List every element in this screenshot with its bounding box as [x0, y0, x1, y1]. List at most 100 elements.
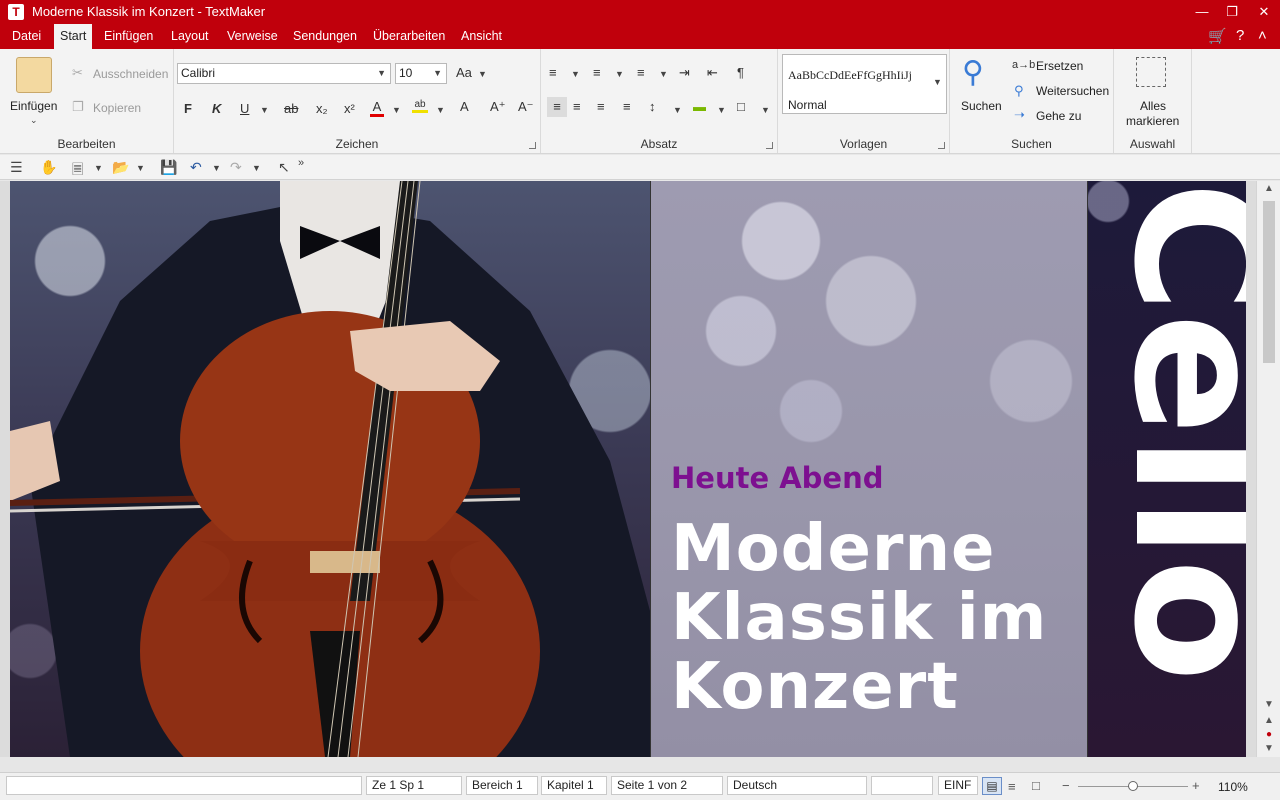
decrease-indent-icon[interactable]: ⇤ [707, 65, 718, 81]
chevron-down-icon[interactable]: ▼ [659, 69, 668, 79]
bullet-list-icon[interactable]: ≡ [549, 65, 557, 80]
dialog-launcher-icon[interactable] [529, 142, 536, 149]
tab-start[interactable]: Start [54, 24, 93, 49]
font-size-combo[interactable]: 10 ▼ [395, 63, 447, 84]
align-right-icon[interactable]: ≡ [597, 99, 605, 114]
menu-icon[interactable]: ☰ [10, 159, 23, 176]
paste-icon[interactable] [16, 57, 52, 93]
search-icon[interactable]: ⚲ [962, 55, 984, 90]
chevron-down-icon[interactable]: ▼ [436, 105, 445, 115]
chevron-down-icon[interactable]: ▼ [94, 163, 103, 173]
chevron-down-icon[interactable]: ▼ [212, 163, 221, 173]
tab-datei[interactable]: Datei [6, 24, 47, 49]
vertical-scrollbar[interactable]: ▲ ▼ ▲ ● ▼ [1256, 181, 1280, 757]
chevron-down-icon[interactable]: ▼ [761, 105, 770, 115]
outline-view-icon[interactable]: ≡ [1008, 779, 1016, 794]
minimize-ribbon-icon[interactable]: ˄ [1258, 27, 1267, 44]
zoom-slider-thumb[interactable] [1128, 781, 1138, 791]
pointer-icon[interactable]: ↖ [278, 159, 290, 176]
borders-icon[interactable]: □ [737, 99, 745, 114]
replace-icon[interactable]: a→b [1012, 59, 1035, 71]
italic-button[interactable]: K [212, 101, 221, 116]
chevron-down-icon[interactable]: ▼ [392, 105, 401, 115]
chevron-down-icon[interactable]: ⌄ [30, 115, 38, 126]
zoom-level[interactable]: 110% [1218, 780, 1248, 794]
chevron-down-icon[interactable]: ▼ [615, 69, 624, 79]
document-area[interactable]: Heute Abend Moderne Klassik im Konzert C… [0, 181, 1256, 757]
increase-indent-icon[interactable]: ⇥ [679, 65, 690, 81]
scroll-down-icon[interactable]: ▼ [1257, 699, 1280, 710]
change-case-icon[interactable]: Aa [456, 65, 472, 80]
chevron-down-icon[interactable]: ▼ [717, 105, 726, 115]
shading-icon[interactable]: ▬ [693, 99, 706, 114]
next-page-icon[interactable]: ▼ [1257, 743, 1280, 754]
chevron-down-icon[interactable]: ▼ [377, 64, 386, 83]
replace-button[interactable]: Ersetzen [1036, 59, 1083, 73]
help-icon[interactable]: ? [1236, 27, 1244, 44]
hand-icon[interactable]: ✋ [40, 159, 57, 176]
chevron-down-icon[interactable]: ▼ [433, 64, 442, 83]
select-all-button-line2[interactable]: markieren [1126, 114, 1179, 128]
chevron-down-icon[interactable]: ▼ [136, 163, 145, 173]
numbered-list-icon[interactable]: ≡ [593, 65, 601, 80]
chevron-down-icon[interactable]: ▼ [571, 69, 580, 79]
undo-icon[interactable]: ↶ [190, 159, 202, 176]
scroll-up-icon[interactable]: ▲ [1257, 183, 1280, 194]
select-all-icon[interactable] [1136, 57, 1166, 87]
cart-icon[interactable]: 🛒 [1208, 27, 1227, 45]
tab-einfuegen[interactable]: Einfügen [98, 24, 159, 49]
tab-layout[interactable]: Layout [165, 24, 215, 49]
goto-button[interactable]: Gehe zu [1036, 109, 1081, 123]
chevron-down-icon[interactable]: ▼ [252, 163, 261, 173]
browse-object-icon[interactable]: ● [1257, 729, 1280, 740]
status-language[interactable]: Deutsch [727, 776, 867, 795]
chevron-down-icon[interactable]: ▼ [260, 105, 269, 115]
close-button[interactable]: ✕ [1246, 0, 1280, 24]
redo-icon[interactable]: ↷ [230, 159, 242, 176]
bold-button[interactable]: F [184, 101, 192, 116]
cut-button[interactable]: Ausschneiden [93, 67, 168, 81]
font-name-combo[interactable]: Calibri ▼ [177, 63, 391, 84]
shrink-font-icon[interactable]: A⁻ [518, 99, 534, 115]
align-center-icon[interactable]: ≡ [573, 99, 581, 114]
grow-font-icon[interactable]: A⁺ [490, 99, 506, 115]
status-position[interactable]: Ze 1 Sp 1 [366, 776, 462, 795]
save-icon[interactable]: 💾 [160, 159, 177, 176]
strikethrough-icon[interactable]: ab [284, 101, 298, 116]
find-next-icon[interactable]: ⚲ [1014, 83, 1024, 99]
prev-page-icon[interactable]: ▲ [1257, 715, 1280, 726]
pilcrow-icon[interactable]: ¶ [737, 65, 744, 80]
font-color-icon[interactable]: A [370, 99, 384, 117]
find-next-button[interactable]: Weitersuchen [1036, 84, 1109, 98]
status-page[interactable]: Seite 1 von 2 [611, 776, 723, 795]
line-spacing-icon[interactable]: ↕ [649, 99, 656, 114]
align-left-icon[interactable]: ≡ [547, 97, 567, 117]
tab-verweise[interactable]: Verweise [221, 24, 284, 49]
restore-button[interactable]: ❐ [1214, 0, 1250, 24]
scroll-thumb[interactable] [1263, 201, 1275, 363]
headline[interactable]: Moderne Klassik im Konzert [671, 515, 1047, 722]
status-section[interactable]: Bereich 1 [466, 776, 538, 795]
multilevel-list-icon[interactable]: ≡ [637, 65, 645, 80]
dialog-launcher-icon[interactable] [938, 142, 945, 149]
justify-icon[interactable]: ≡ [623, 99, 631, 114]
more-icon[interactable]: » [298, 157, 304, 169]
open-folder-icon[interactable]: 📂 [112, 159, 129, 176]
chevron-down-icon[interactable]: ▼ [933, 77, 942, 87]
status-chapter[interactable]: Kapitel 1 [541, 776, 607, 795]
underline-button[interactable]: U [240, 101, 249, 116]
status-mode[interactable]: EINF [938, 776, 978, 795]
tab-sendungen[interactable]: Sendungen [287, 24, 363, 49]
chevron-down-icon[interactable]: ▼ [673, 105, 682, 115]
dialog-launcher-icon[interactable] [766, 142, 773, 149]
clear-format-icon[interactable]: A [460, 99, 469, 114]
zoom-out-icon[interactable]: − [1062, 778, 1070, 793]
document-page[interactable]: Heute Abend Moderne Klassik im Konzert C… [10, 181, 1246, 757]
new-document-icon[interactable]: 🗏 [72, 159, 83, 183]
copy-button[interactable]: Kopieren [93, 101, 141, 115]
zoom-in-icon[interactable]: + [1192, 778, 1200, 793]
paste-button[interactable]: Einfügen [10, 99, 57, 113]
tab-ueberarbeiten[interactable]: Überarbeiten [367, 24, 451, 49]
chevron-down-icon[interactable]: ▼ [478, 69, 487, 79]
goto-icon[interactable]: ➝ [1014, 107, 1025, 123]
